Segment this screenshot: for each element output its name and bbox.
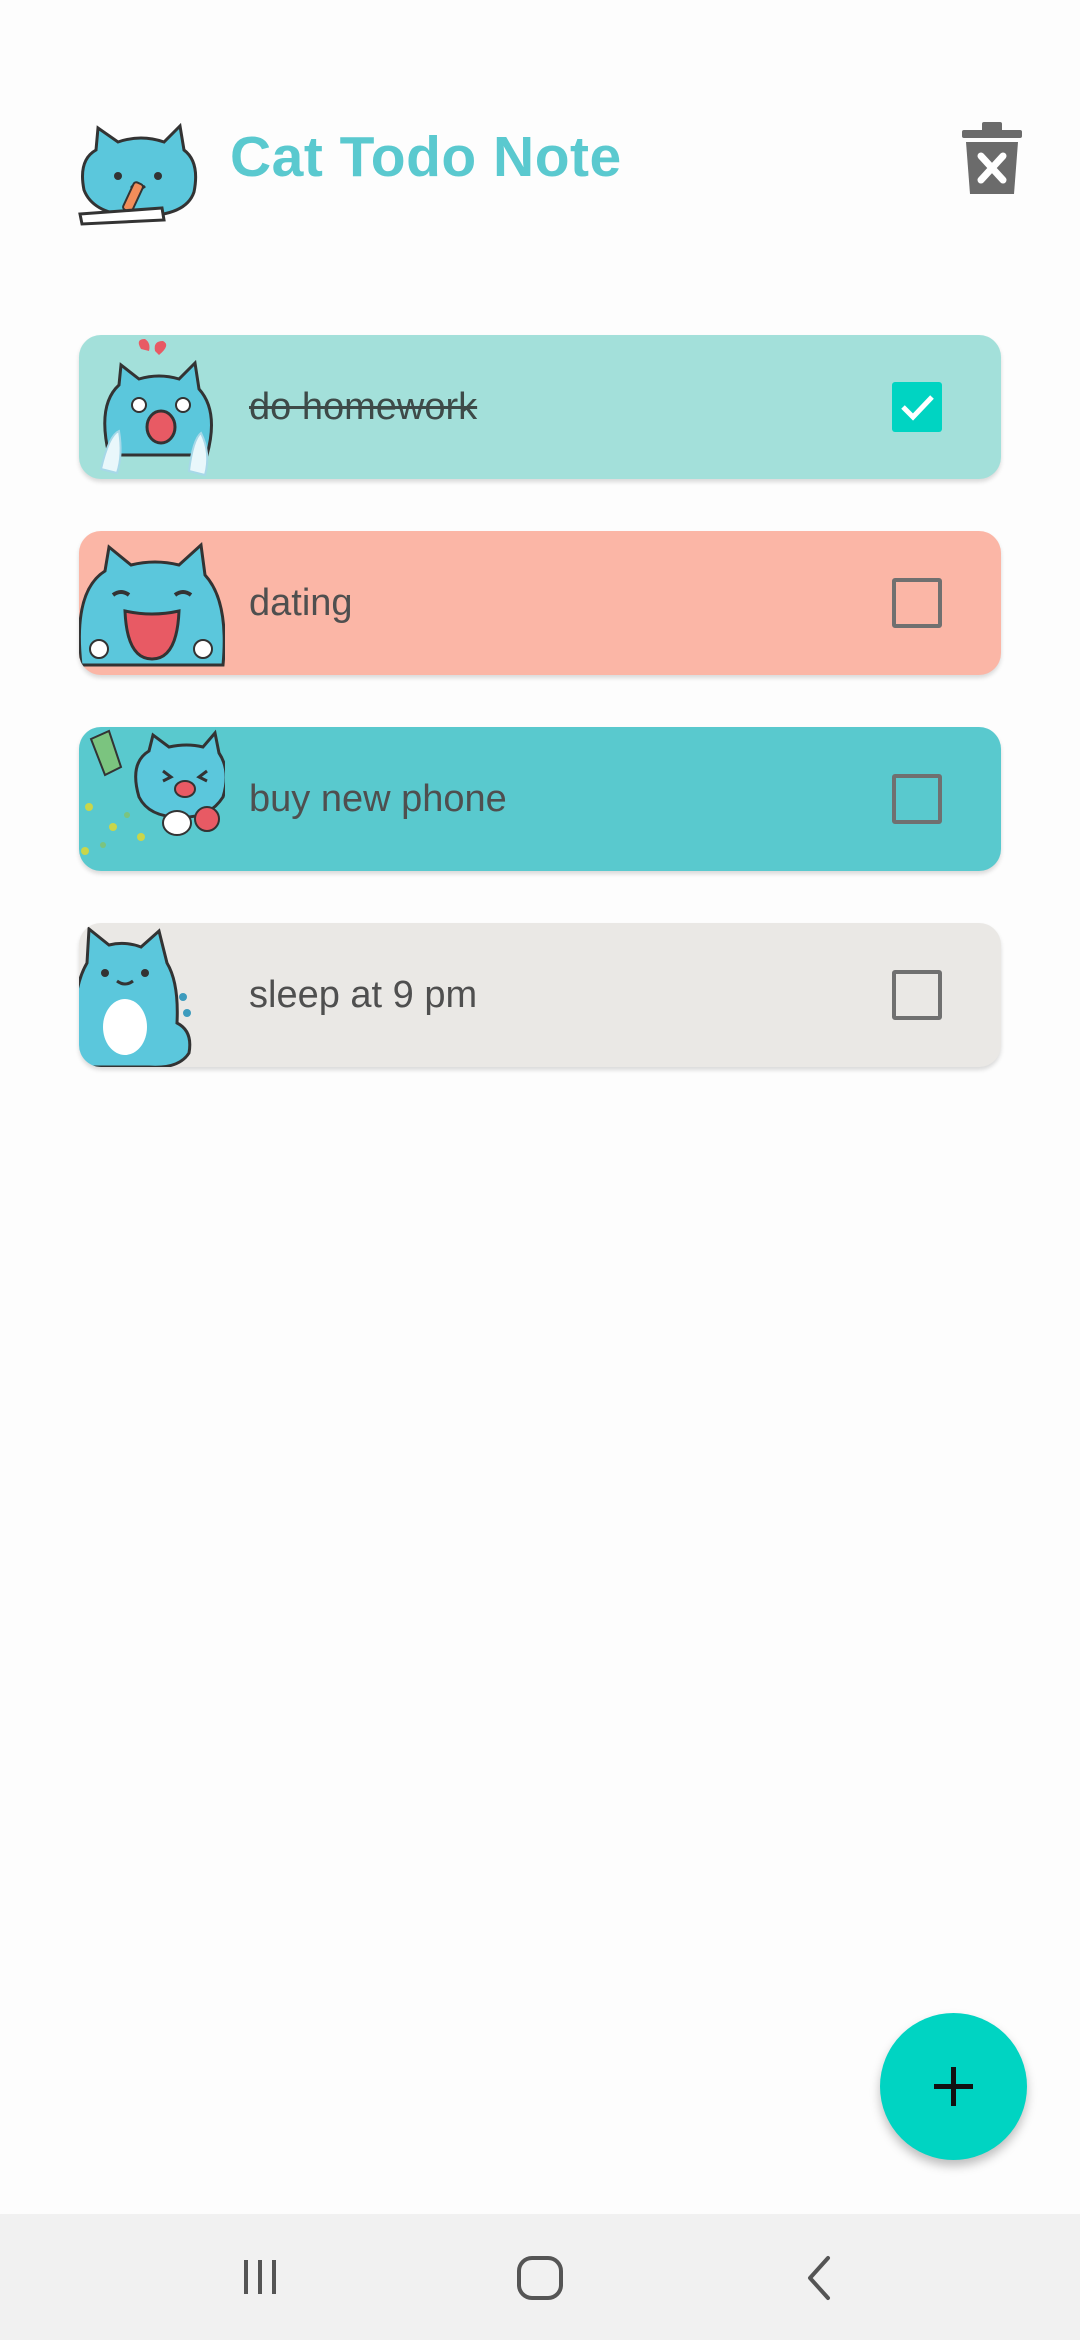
todo-item[interactable]: dating [79,531,1001,675]
recents-icon [244,2260,276,2294]
todo-checkbox[interactable] [892,578,942,628]
add-todo-button[interactable] [880,2013,1027,2160]
system-navigation-bar [0,2214,1080,2340]
screen: Cat Todo Note do homework dating buy new p… [0,0,1080,2340]
todo-list: do homework dating buy new phone sleep at 9… [79,335,1001,1119]
recents-button[interactable] [190,2214,330,2340]
todo-label: do homework [249,386,478,428]
todo-item[interactable]: do homework [79,335,1001,479]
app-title: Cat Todo Note [230,125,622,189]
todo-checkbox[interactable] [892,382,942,432]
cat-money-icon [79,727,228,871]
checkmark-icon [901,395,934,421]
back-icon [808,2256,830,2300]
todo-item[interactable]: buy new phone [79,727,1001,871]
happy-cat-icon [79,531,226,675]
back-button[interactable] [752,2214,892,2340]
todo-checkbox[interactable] [892,970,942,1020]
todo-label: buy new phone [249,778,507,820]
standing-cat-icon [79,923,225,1067]
home-button[interactable] [470,2214,610,2340]
home-icon [517,2256,563,2300]
todo-checkbox[interactable] [892,774,942,824]
cat-writing-icon [78,122,198,226]
trash-x-icon[interactable] [962,122,1022,194]
plus-icon [934,2067,973,2106]
crying-cat-icon [79,335,225,479]
todo-label: dating [249,582,353,624]
todo-item[interactable]: sleep at 9 pm [79,923,1001,1067]
app-header: Cat Todo Note [0,0,1080,260]
todo-label: sleep at 9 pm [249,974,478,1016]
